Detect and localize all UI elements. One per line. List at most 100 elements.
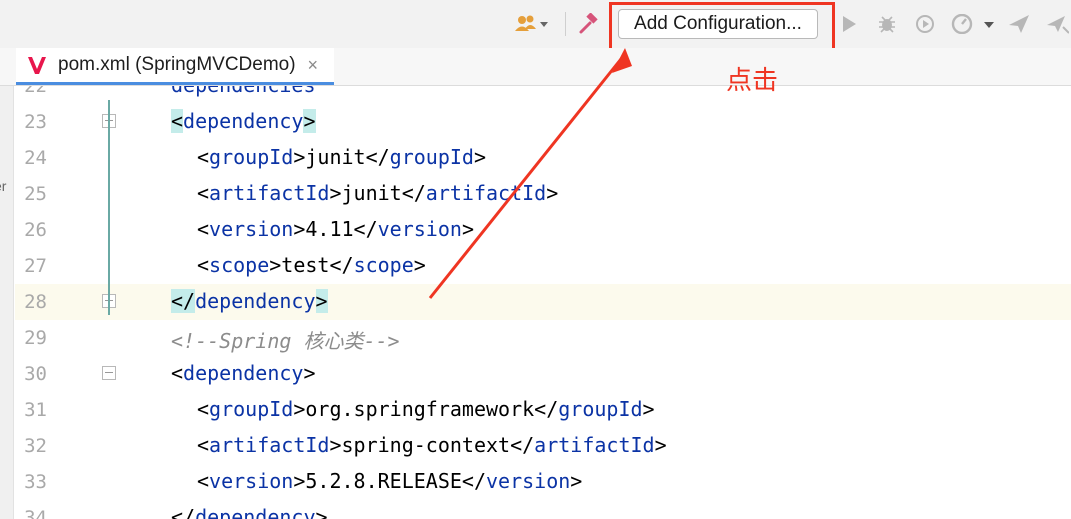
code-line[interactable]: 32 <artifactId>spring-context</artifactId… [15,428,1071,464]
fold-toggle-icon[interactable] [102,366,116,380]
code-line[interactable]: 23 <dependency> [15,104,1071,140]
profiler-icon[interactable] [950,12,996,36]
code-line[interactable]: 29 <!--Spring 核心类--> [15,320,1071,356]
code-token: < [197,145,210,169]
run-icon[interactable] [838,12,860,36]
editor-tab-bar: pom.xml (SpringMVCDemo) × [0,48,1071,86]
code-text: <scope>test</scope> [197,253,426,277]
build-hammer-icon[interactable] [574,12,602,36]
code-token: dependency [195,505,316,519]
code-text: <artifactId>spring-context</artifactId> [197,433,667,457]
code-text: </dependency> [171,289,328,313]
line-number: 22 [24,86,47,97]
code-token: >spring-context</ [329,433,535,457]
code-token: artifactId [209,181,330,205]
code-text: </dependency> [171,505,328,519]
code-token: dependency [195,289,316,313]
code-text: <version>4.11</version> [197,217,474,241]
code-token: artifactId [534,433,655,457]
code-line[interactable]: 24 <groupId>junit</groupId> [15,140,1071,176]
code-token: groupId [558,397,643,421]
code-token: version [209,469,294,493]
line-number: 23 [24,111,47,133]
line-number: 32 [24,435,47,457]
toolbar-separator [565,12,566,36]
line-number: 30 [24,363,47,385]
code-token: < [197,469,210,493]
code-token: >5.2.8.RELEASE</ [293,469,486,493]
code-line[interactable]: 22 dependencies [15,86,1071,104]
run-coverage-icon[interactable] [914,12,936,36]
code-token: scope [353,253,414,277]
code-token: > [473,145,487,169]
close-icon[interactable]: × [308,55,319,76]
code-line[interactable]: 34 </dependency> [15,500,1071,519]
code-line[interactable]: 27 <scope>test</scope> [15,248,1071,284]
code-token: > [303,361,316,385]
users-dropdown-icon[interactable] [512,12,552,36]
code-token: > [461,217,474,241]
code-token: groupId [389,145,474,169]
code-line[interactable]: 25 <artifactId>junit</artifactId> [15,176,1071,212]
code-token: groupId [209,145,294,169]
code-token: </ [171,505,196,519]
add-configuration-button[interactable]: Add Configuration... [618,9,818,39]
code-token: < [197,181,210,205]
code-token: < [197,253,210,277]
code-text: <dependency> [171,109,316,133]
line-number: 31 [24,399,47,421]
tab-title: pom.xml (SpringMVCDemo) [58,54,296,75]
line-number: 25 [24,183,47,205]
code-editor[interactable]: 22dependencies23<dependency>24<groupId>j… [15,86,1071,519]
code-token: > [570,469,583,493]
maven-logo-icon [28,57,46,74]
left-panel-edge[interactable]: er [0,86,14,519]
code-token: <!--Spring 核心类--> [171,329,400,353]
code-line[interactable]: 28 </dependency> [15,284,1071,320]
code-text: <version>5.2.8.RELEASE</version> [197,469,582,493]
code-token: scope [209,253,270,277]
line-number: 26 [24,219,47,241]
code-line[interactable]: 33 <version>5.2.8.RELEASE</version> [15,464,1071,500]
code-text: dependencies [171,86,316,97]
line-number: 27 [24,255,47,277]
code-token: > [315,289,328,313]
fold-range-bar [108,100,110,315]
code-token: version [209,217,294,241]
code-line[interactable]: 26 <version>4.11</version> [15,212,1071,248]
deploy-icon[interactable] [1006,12,1032,36]
code-token: > [413,253,426,277]
code-token: < [197,433,210,457]
code-token: version [377,217,462,241]
main-toolbar: Add Configuration... [0,0,1071,48]
code-token: > [303,109,316,133]
code-token: version [486,469,571,493]
code-token: < [171,361,184,385]
attach-icon[interactable] [1044,12,1070,36]
code-token: artifactId [209,433,330,457]
add-configuration-label: Add Configuration... [634,13,802,34]
tab-pom-xml[interactable]: pom.xml (SpringMVCDemo) × [16,48,334,85]
debug-icon[interactable] [876,12,898,36]
line-number: 34 [24,507,47,519]
code-line[interactable]: 31 <groupId>org.springframework</groupId> [15,392,1071,428]
code-token: dependency [183,109,304,133]
code-token: >junit</ [329,181,426,205]
code-token: > [642,397,655,421]
code-line[interactable]: 30 <dependency> [15,356,1071,392]
code-token: > [654,433,667,457]
code-token: < [171,109,184,133]
annotation-text: 点击 [726,66,779,96]
code-token: groupId [209,397,294,421]
code-text: <groupId>org.springframework</groupId> [197,397,655,421]
code-text: <groupId>junit</groupId> [197,145,486,169]
code-token: >junit</ [293,145,390,169]
line-number: 24 [24,147,47,169]
code-token: </ [171,289,196,313]
code-text: <dependency> [171,361,316,385]
code-token: dependency [183,361,304,385]
line-number: 29 [24,327,47,349]
code-token: > [315,505,328,519]
code-text: <!--Spring 核心类--> [171,325,400,354]
code-token: > [546,181,559,205]
